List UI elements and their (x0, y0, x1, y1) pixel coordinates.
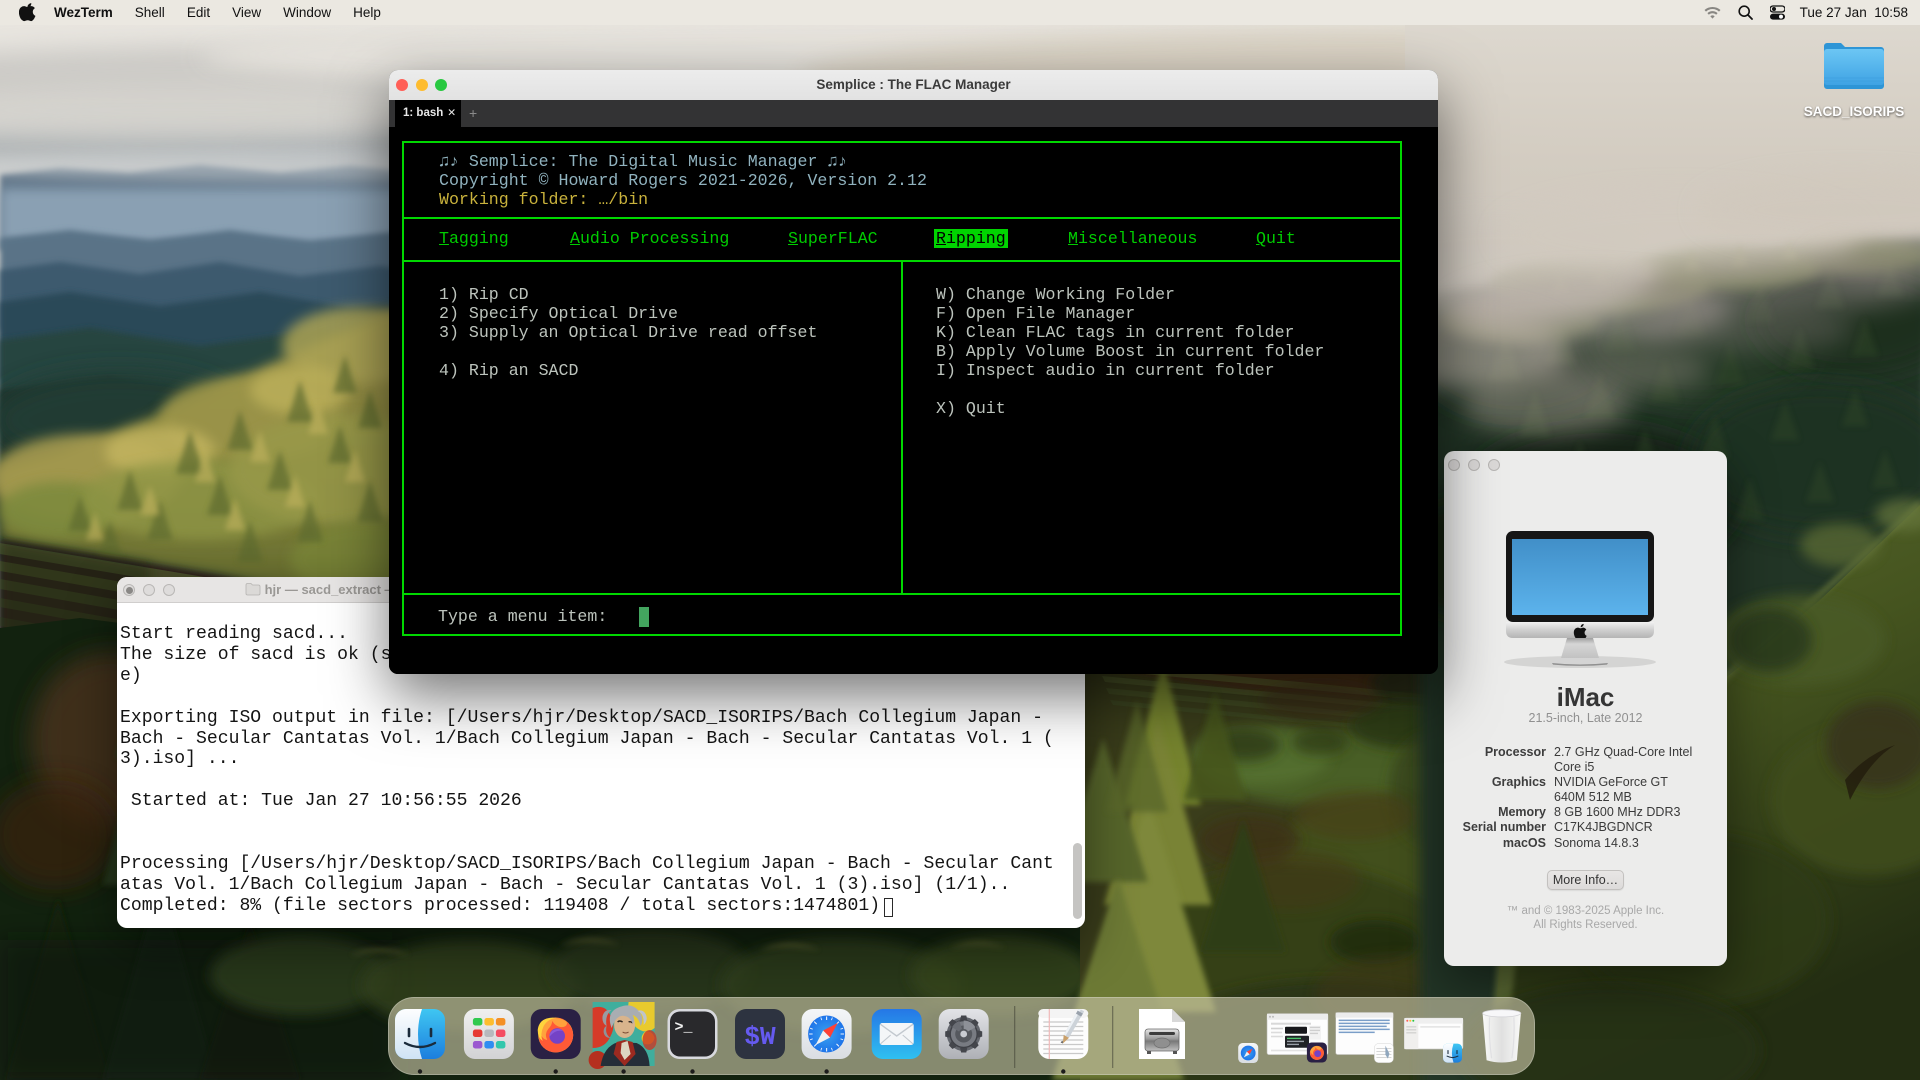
svg-text:$W: $W (744, 1022, 776, 1052)
svg-text:>_: >_ (675, 1019, 694, 1036)
